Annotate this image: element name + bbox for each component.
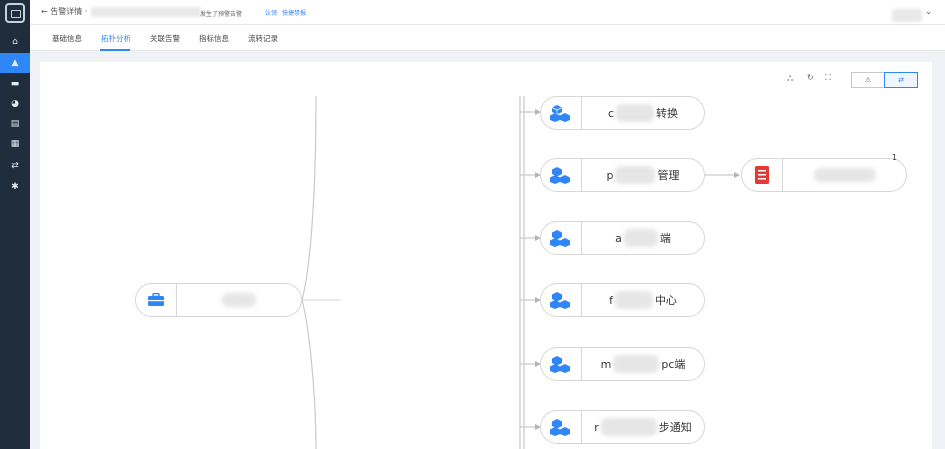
redacted-label (222, 293, 256, 307)
server-icon (742, 159, 783, 191)
service-node[interactable]: p 管理 (540, 158, 705, 192)
node-label-suffix: 中心 (654, 294, 677, 307)
alert-count-badge: 1 (892, 153, 898, 162)
toolbox-icon (136, 284, 177, 316)
cubes-icon (541, 348, 582, 380)
cubes-icon (541, 284, 582, 316)
topology-edges (301, 95, 740, 449)
service-node[interactable]: f 中心 (540, 283, 705, 317)
server-node[interactable] (741, 158, 907, 192)
service-node[interactable]: a端 (540, 221, 705, 255)
node-label-prefix: m (600, 357, 612, 371)
node-label-prefix: a (615, 231, 622, 245)
node-label-suffix: pc端 (661, 358, 686, 371)
node-label-prefix: f (609, 293, 613, 307)
service-node[interactable]: c 转换 (540, 96, 705, 130)
cubes-icon (541, 222, 582, 254)
node-label-prefix: p (606, 168, 614, 182)
node-label-suffix: 转换 (656, 107, 679, 120)
service-node[interactable]: r 步通知 (540, 410, 705, 444)
redacted-label (813, 168, 876, 182)
cubes-icon (541, 411, 582, 443)
node-label-suffix: 步通知 (658, 421, 692, 434)
node-label-prefix: c (607, 106, 615, 120)
cubes-icon (541, 159, 582, 191)
cubes-icon (541, 97, 582, 129)
node-label-suffix: 端 (659, 232, 671, 245)
service-node[interactable]: m pc端 (540, 347, 705, 381)
root-node[interactable] (135, 283, 302, 317)
node-label-suffix: 管理 (657, 169, 680, 182)
node-label-prefix: r (594, 420, 599, 434)
